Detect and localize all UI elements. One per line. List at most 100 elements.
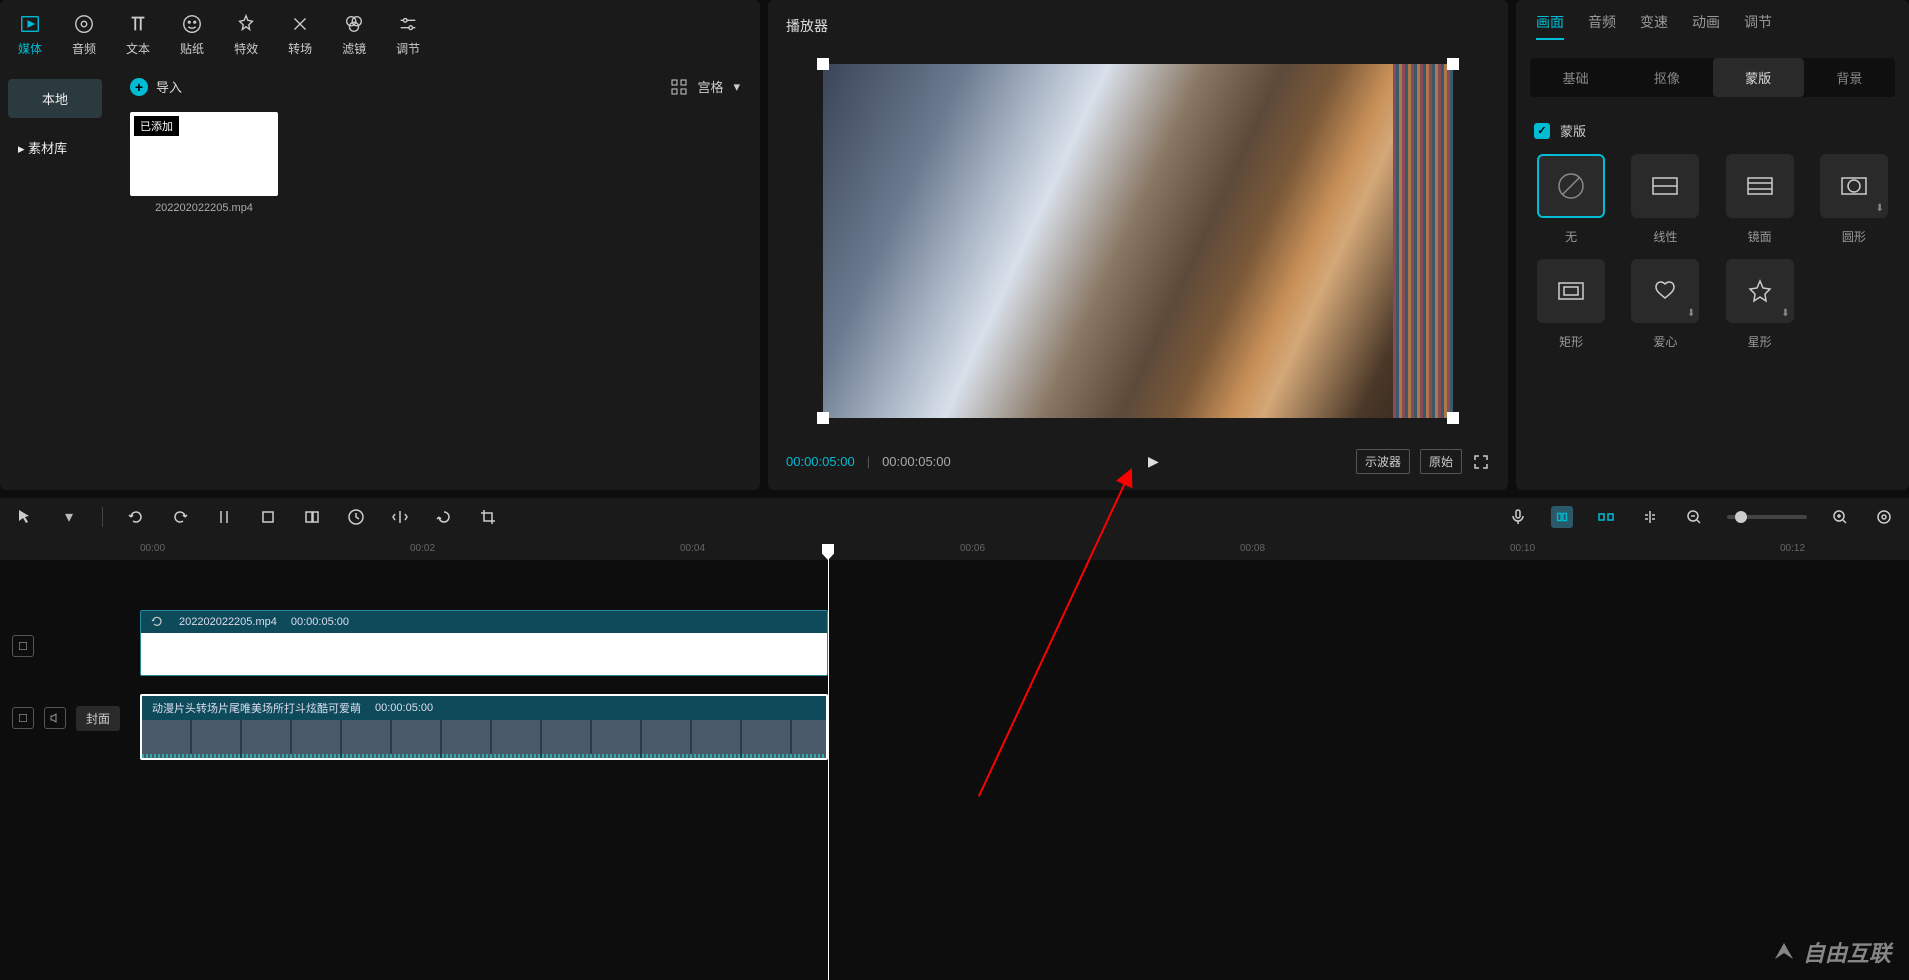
view-controls[interactable]: 宫格 ▾ [671,77,740,96]
chevron-down-icon[interactable]: ▾ [58,506,80,528]
nav-adjust[interactable]: 调节 [388,8,428,61]
resize-handle-tr[interactable] [1447,58,1459,70]
nav-audio-label: 音频 [72,40,96,57]
clip-duration: 00:00:05:00 [375,702,433,714]
resize-handle-tl[interactable] [817,58,829,70]
player-panel: 播放器 00:00:05:00 | 00:00:05:00 ▶ 示波器 原始 [768,0,1508,490]
nav-transition-label: 转场 [288,40,312,57]
download-icon: ⬇ [1781,308,1789,319]
nav-effect-label: 特效 [234,40,258,57]
download-icon: ⬇ [1875,203,1883,214]
import-button[interactable]: + 导入 [130,77,182,96]
fit-button[interactable] [1873,506,1895,528]
mask-linear[interactable]: 线性 [1628,154,1702,245]
trim-right-tool[interactable] [301,506,323,528]
oscilloscope-button[interactable]: 示波器 [1356,449,1410,474]
track-lock-2[interactable]: ☐ [12,707,34,729]
props-tabs: 画面 音频 变速 动画 调节 [1516,0,1909,48]
subtab-background[interactable]: 背景 [1804,58,1895,97]
grid-icon [671,79,687,95]
zoom-out-button[interactable] [1683,506,1705,528]
nav-transition[interactable]: 转场 [280,8,320,61]
media-thumb-item[interactable]: 已添加 202202022205.mp4 [130,112,278,214]
mask-rect[interactable]: 矩形 [1534,259,1608,350]
mask-none[interactable]: 无 [1534,154,1608,245]
nav-audio[interactable]: 音频 [64,8,104,61]
time-display: 00:00:05:00 | 00:00:05:00 [786,454,951,469]
nav-sticker[interactable]: 贴纸 [172,8,212,61]
mask-mirror[interactable]: 镜面 [1723,154,1797,245]
align-button[interactable] [1639,506,1661,528]
nav-media[interactable]: 媒体 [10,8,50,61]
subtab-basic[interactable]: 基础 [1530,58,1621,97]
current-time: 00:00:05:00 [786,454,855,469]
player-title: 播放器 [782,10,1494,48]
import-label: 导入 [156,77,182,96]
sidebar-library[interactable]: ▸ 素材库 [8,128,102,167]
fullscreen-button[interactable] [1472,453,1490,471]
video-preview[interactable] [823,64,1453,418]
speed-tool[interactable] [345,506,367,528]
media-thumb: 已添加 [130,112,278,196]
mirror-tool[interactable] [389,506,411,528]
rotate-tool[interactable] [433,506,455,528]
redo-button[interactable] [169,506,191,528]
timeline-toolbar: ▾ [0,498,1909,536]
tab-adjust[interactable]: 调节 [1744,12,1772,40]
timeline-ruler[interactable]: 00:00 00:02 00:04 00:06 00:08 00:10 00:1… [0,536,1909,560]
undo-button[interactable] [125,506,147,528]
zoom-slider[interactable] [1727,515,1807,519]
split-tool[interactable] [213,506,235,528]
refresh-icon [151,615,165,629]
mask-label: 蒙版 [1560,121,1586,140]
track-lock-1[interactable]: ☐ [12,635,34,657]
nav-sticker-label: 贴纸 [180,40,204,57]
sidebar-local[interactable]: 本地 [8,79,102,118]
tab-audio[interactable]: 音频 [1588,12,1616,40]
timeline-tracks: ☐ ☐ 封面 202202022205.mp4 00:00:05:00 动漫片头… [0,560,1909,940]
thumb-filename: 202202022205.mp4 [130,202,278,214]
ruler-tick: 00:02 [410,543,435,554]
tab-speed[interactable]: 变速 [1640,12,1668,40]
magnet-main-button[interactable] [1551,506,1573,528]
resize-handle-bl[interactable] [817,412,829,424]
mic-button[interactable] [1507,506,1529,528]
nav-adjust-label: 调节 [396,40,420,57]
mask-star[interactable]: ⬇ 星形 [1723,259,1797,350]
watermark: 自由互联 [1771,936,1891,968]
transition-icon [288,12,312,36]
nav-effect[interactable]: 特效 [226,8,266,61]
ruler-tick: 00:06 [960,543,985,554]
top-nav: 媒体 音频 文本 贴纸 特效 转场 [0,0,760,69]
trim-left-tool[interactable] [257,506,279,528]
props-subtabs: 基础 抠像 蒙版 背景 [1530,58,1895,97]
zoom-in-button[interactable] [1829,506,1851,528]
playhead[interactable] [828,550,829,980]
track-mute[interactable] [44,707,66,729]
effect-icon [234,12,258,36]
media-content: + 导入 宫格 ▾ 已添加 202202022205.mp4 [110,69,760,490]
pointer-tool[interactable] [14,506,36,528]
subtab-cutout[interactable]: 抠像 [1621,58,1712,97]
text-icon [126,12,150,36]
mask-circle[interactable]: ⬇ 圆形 [1817,154,1891,245]
original-button[interactable]: 原始 [1420,449,1462,474]
tab-animation[interactable]: 动画 [1692,12,1720,40]
timeline-clip-main[interactable]: 动漫片头转场片尾唯美场所打斗炫酷可爱萌 00:00:05:00 [140,694,828,760]
play-button[interactable]: ▶ [1148,453,1159,470]
nav-filter[interactable]: 滤镜 [334,8,374,61]
magnet-aux-button[interactable] [1595,506,1617,528]
mask-checkbox[interactable]: ✓ [1534,123,1550,139]
sticker-icon [180,12,204,36]
crop-tool[interactable] [477,506,499,528]
track-cover-button[interactable]: 封面 [76,706,120,731]
mask-heart[interactable]: ⬇ 爱心 [1628,259,1702,350]
nav-media-label: 媒体 [18,40,42,57]
timeline-clip-overlay[interactable]: 202202022205.mp4 00:00:05:00 [140,610,828,676]
resize-handle-br[interactable] [1447,412,1459,424]
media-sidebar: 本地 ▸ 素材库 [0,69,110,490]
nav-text-label: 文本 [126,40,150,57]
subtab-mask[interactable]: 蒙版 [1713,58,1804,97]
nav-text[interactable]: 文本 [118,8,158,61]
tab-picture[interactable]: 画面 [1536,12,1564,40]
